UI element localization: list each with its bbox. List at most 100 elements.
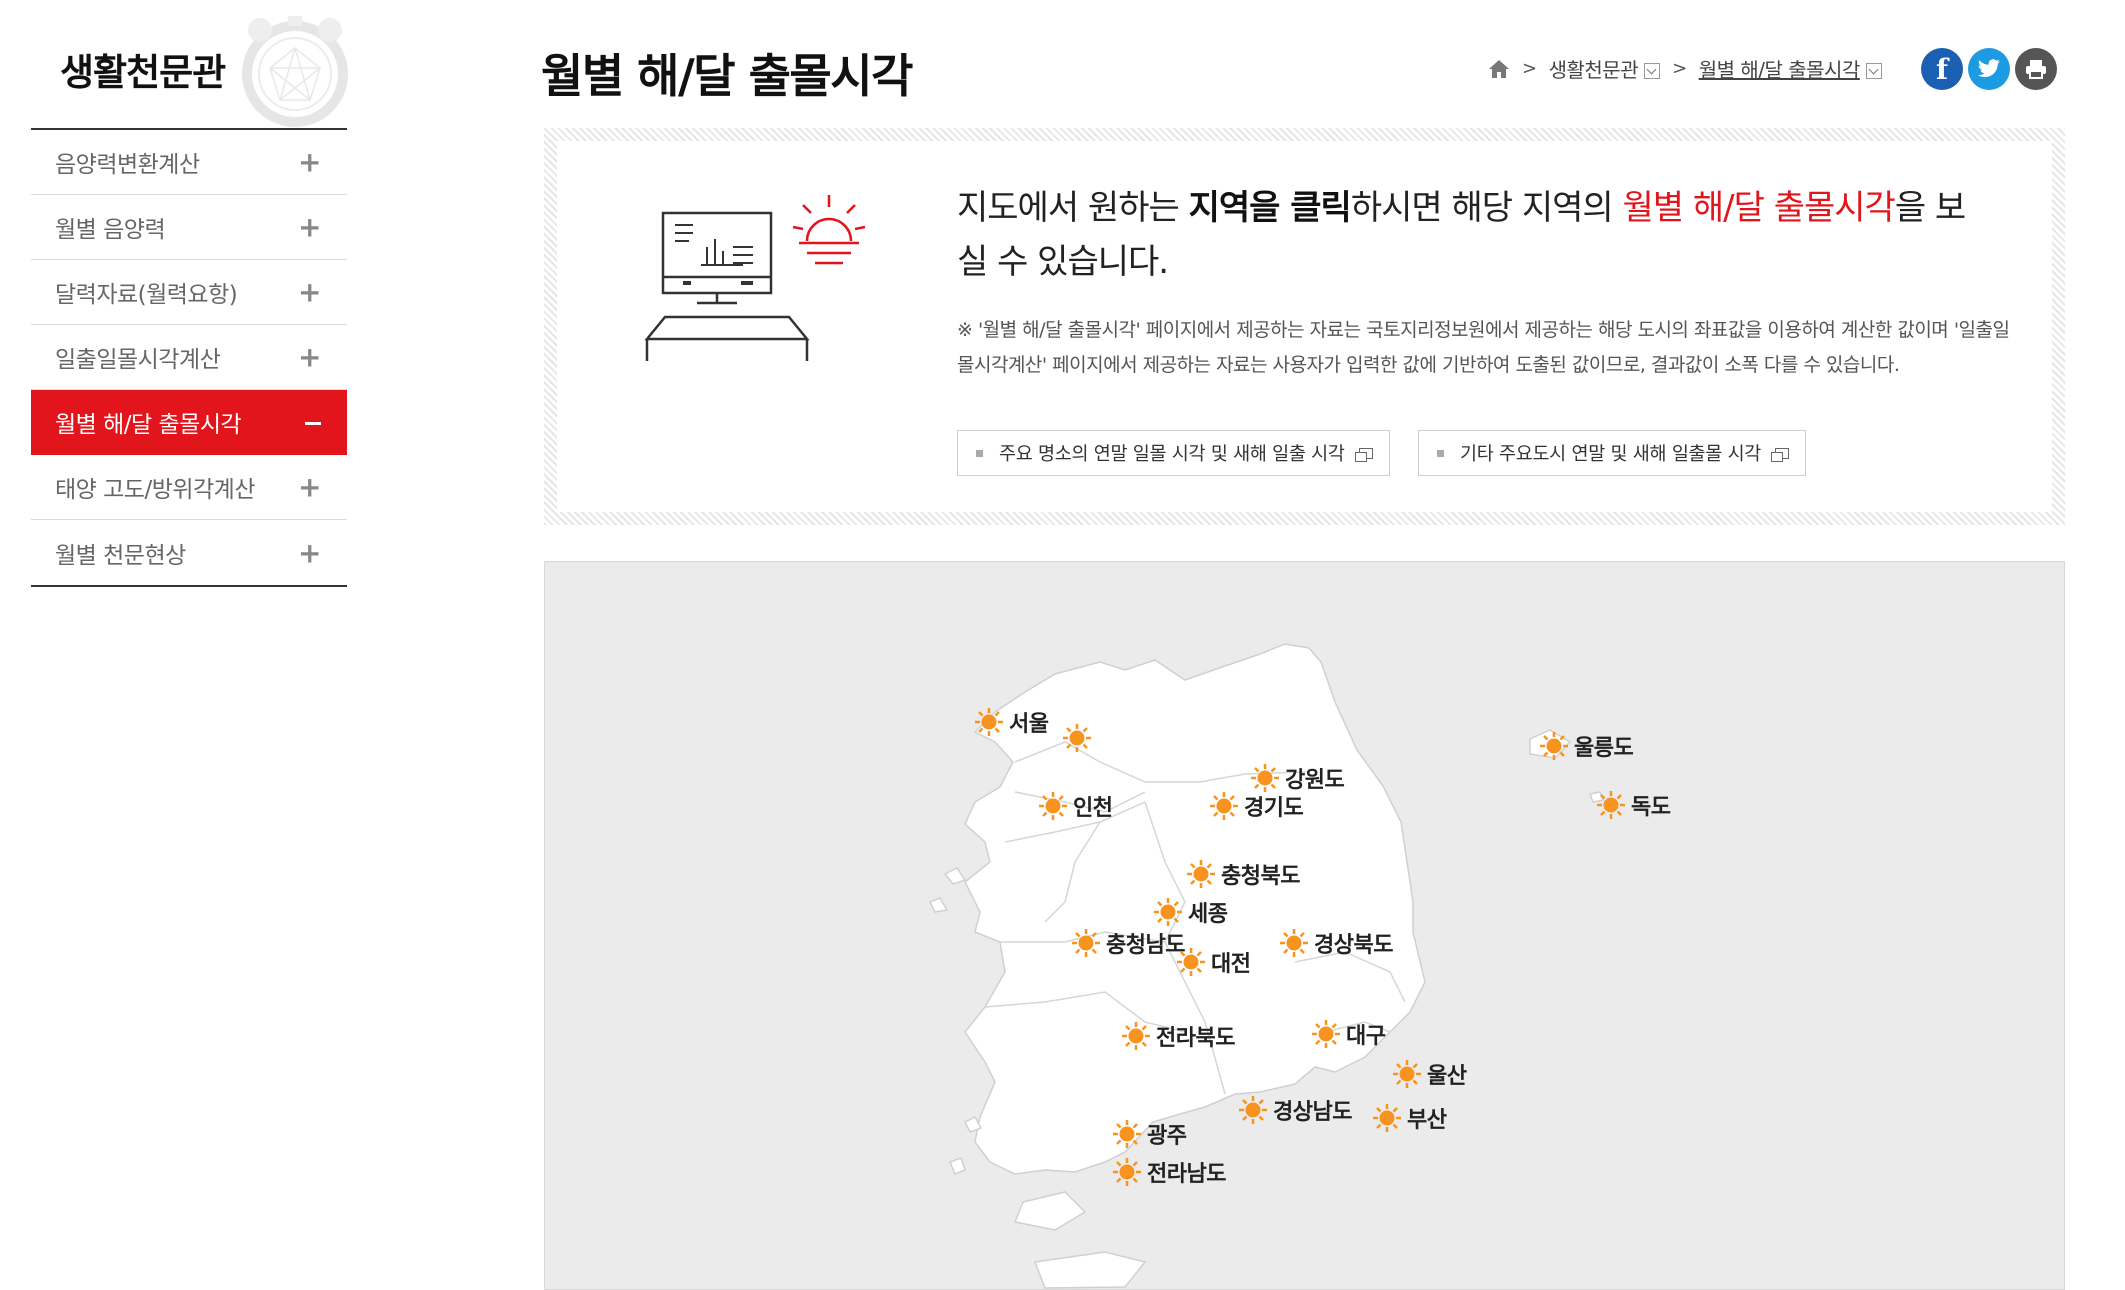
computer-sunrise-illustration-icon	[644, 195, 866, 361]
sidebar-item-lunar-solar-conversion[interactable]: 음양력변환계산 +	[31, 130, 347, 195]
facebook-share-button[interactable]: f	[1921, 48, 1963, 90]
region-label: 경상북도	[1314, 933, 1393, 958]
region-chungnam[interactable]: 충청남도	[1070, 927, 1185, 959]
korea-map: 서울 강원도 인천 경기도 울릉도 독도 충청북도 세종 충청남도 경상북도 대…	[544, 561, 2065, 1290]
sun-icon	[1393, 1060, 1421, 1088]
region-label: 전라북도	[1156, 1026, 1235, 1051]
plus-icon: +	[298, 470, 321, 504]
minus-icon	[305, 422, 321, 425]
region-gyeongnam[interactable]: 경상남도	[1237, 1094, 1352, 1126]
region-label: 서울	[1009, 712, 1049, 737]
region-sejong[interactable]: 세종	[1152, 896, 1228, 928]
info-lead-part: 지도에서 원하는	[957, 188, 1189, 228]
home-icon[interactable]	[1488, 59, 1510, 79]
region-busan[interactable]: 부산	[1371, 1102, 1447, 1134]
region-label: 대구	[1346, 1024, 1386, 1049]
info-box-inner: 지도에서 원하는 지역을 클릭하시면 해당 지역의 월별 해/달 출몰시각을 보…	[557, 141, 2052, 512]
chevron-down-icon[interactable]	[1644, 62, 1661, 79]
sidebar-item-calendar-data[interactable]: 달력자료(월력요항) +	[31, 260, 347, 325]
korea-map-shape	[928, 643, 1605, 1289]
button-label: 주요 명소의 연말 일몰 시각 및 새해 일출 시각	[999, 444, 1345, 465]
sun-icon	[1039, 792, 1067, 820]
info-lead-part: 하시면 해당 지역의	[1350, 188, 1623, 228]
region-label: 충청남도	[1106, 933, 1185, 958]
other-cities-sunrise-button[interactable]: 기타 주요도시 연말 및 새해 일출몰 시각	[1418, 430, 1807, 476]
region-label: 충청북도	[1221, 864, 1300, 889]
sun-icon	[1187, 860, 1215, 888]
region-label: 독도	[1631, 795, 1671, 820]
sun-icon	[1540, 732, 1568, 760]
sidebar-header: 생활천문관	[30, 0, 348, 128]
region-label: 전라남도	[1147, 1162, 1226, 1187]
bullet-square-icon	[976, 449, 983, 457]
info-lead-highlight: 월별 해/달 출몰시각	[1622, 188, 1896, 228]
info-lead-bold: 지역을 클릭	[1188, 188, 1352, 228]
breadcrumb: > 생활천문관 > 월별 해/달 출몰시각	[1488, 54, 1882, 83]
print-button[interactable]	[2015, 48, 2057, 90]
sidebar-item-label: 월별 음양력	[55, 217, 166, 243]
sidebar-item-monthly-calendar[interactable]: 월별 음양력 +	[31, 195, 347, 260]
sun-icon	[1154, 898, 1182, 926]
chevron-down-icon[interactable]	[1865, 62, 1882, 79]
sun-icon	[975, 708, 1003, 736]
region-seoul-marker[interactable]	[1061, 722, 1097, 754]
sidebar-item-label: 월별 천문현상	[55, 542, 186, 569]
region-label: 부산	[1407, 1108, 1447, 1133]
sun-icon	[1597, 791, 1625, 819]
sun-icon	[1113, 1158, 1141, 1186]
chevron-right-icon: >	[1672, 58, 1687, 79]
sidebar-item-label: 월별 해/달 출몰시각	[55, 412, 242, 438]
plus-icon: +	[298, 145, 321, 179]
region-ulleungdo[interactable]: 울릉도	[1538, 730, 1634, 762]
chevron-right-icon: >	[1522, 58, 1537, 79]
info-box: 지도에서 원하는 지역을 클릭하시면 해당 지역의 월별 해/달 출몰시각을 보…	[544, 128, 2065, 525]
facebook-icon: f	[1935, 52, 1949, 86]
sun-icon	[1239, 1096, 1267, 1124]
region-dokdo[interactable]: 독도	[1595, 789, 1671, 821]
button-label: 기타 주요도시 연말 및 새해 일출몰 시각	[1460, 444, 1762, 465]
clock-watermark-icon	[242, 16, 348, 127]
new-window-icon	[1354, 447, 1373, 462]
sidebar-item-label: 태양 고도/방위각계산	[55, 477, 256, 503]
sidebar-item-astro-phenomena[interactable]: 월별 천문현상 +	[31, 520, 347, 585]
info-note: ※ '월별 해/달 출몰시각' 페이지에서 제공하는 자료는 국토지리정보원에서…	[957, 319, 2010, 376]
page-title: 월별 해/달 출몰시각	[541, 49, 913, 103]
sun-icon	[1177, 948, 1205, 976]
sidebar-item-solar-altitude[interactable]: 태양 고도/방위각계산 +	[31, 455, 347, 520]
sidebar-item-monthly-sun-moon[interactable]: 월별 해/달 출몰시각	[31, 390, 347, 455]
region-ulsan[interactable]: 울산	[1391, 1058, 1467, 1090]
region-gyeongbuk[interactable]: 경상북도	[1278, 927, 1393, 959]
region-gwangju[interactable]: 광주	[1111, 1118, 1187, 1150]
region-jeonbuk[interactable]: 전라북도	[1120, 1020, 1235, 1052]
sidebar-item-label: 일출일몰시각계산	[55, 347, 221, 373]
sidebar-item-label: 음양력변환계산	[55, 152, 200, 178]
region-daejeon[interactable]: 대전	[1175, 946, 1251, 978]
breadcrumb-level1[interactable]: 생활천문관	[1549, 54, 1639, 83]
region-daegu[interactable]: 대구	[1310, 1018, 1386, 1050]
plus-icon: +	[298, 340, 321, 374]
region-seoul[interactable]: 서울	[973, 706, 1049, 738]
sidebar-title: 생활천문관	[60, 51, 226, 94]
region-jeonnam[interactable]: 전라남도	[1111, 1156, 1226, 1188]
new-window-icon	[1771, 447, 1790, 462]
sidebar-menu: 음양력변환계산 + 월별 음양력 + 달력자료(월력요항) + 일출일몰시각계산…	[31, 128, 347, 587]
sun-icon	[1210, 792, 1238, 820]
sun-icon	[1373, 1104, 1401, 1132]
region-label: 광주	[1147, 1124, 1187, 1149]
twitter-icon	[1978, 59, 2000, 78]
region-label: 울릉도	[1574, 736, 1634, 761]
plus-icon: +	[298, 275, 321, 309]
info-lead-text: 지도에서 원하는 지역을 클릭하시면 해당 지역의 월별 해/달 출몰시각을 보…	[957, 181, 1967, 289]
sun-icon	[1122, 1022, 1150, 1050]
sun-icon	[1063, 724, 1091, 752]
region-label: 울산	[1427, 1064, 1467, 1089]
region-chungbuk[interactable]: 충청북도	[1185, 858, 1300, 890]
breadcrumb-level2[interactable]: 월별 해/달 출몰시각	[1699, 54, 1861, 83]
twitter-share-button[interactable]	[1968, 48, 2010, 90]
sidebar-item-label: 달력자료(월력요항)	[55, 282, 238, 308]
famous-places-sunset-button[interactable]: 주요 명소의 연말 일몰 시각 및 새해 일출 시각	[957, 430, 1390, 476]
region-gyeonggi[interactable]: 경기도	[1208, 790, 1304, 822]
sun-icon	[1280, 929, 1308, 957]
sidebar-item-sunrise-sunset-calc[interactable]: 일출일몰시각계산 +	[31, 325, 347, 390]
region-incheon[interactable]: 인천	[1037, 790, 1113, 822]
